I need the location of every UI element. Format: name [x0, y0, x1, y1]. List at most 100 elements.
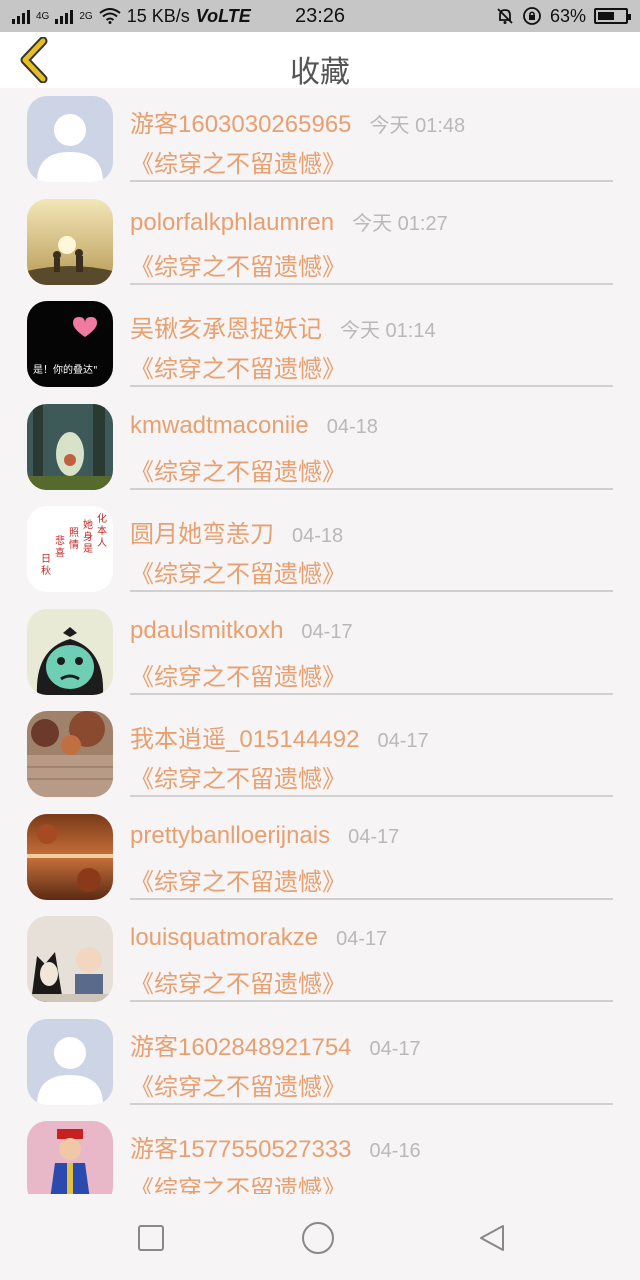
book-title[interactable]: 《综穿之不留遗憾》 — [130, 1067, 346, 1102]
favorite-time: 04-17 — [301, 620, 353, 643]
page-title: 收藏 — [290, 56, 350, 89]
user-name[interactable]: 游客1603030265965 — [130, 104, 352, 139]
divider — [130, 282, 613, 285]
avatar[interactable] — [27, 916, 113, 1002]
recent-apps-button[interactable] — [133, 1220, 169, 1256]
svg-text:喜: 喜 — [55, 546, 65, 559]
avatar[interactable] — [27, 96, 113, 182]
favorite-item[interactable]: louisquatmorakze 04-17 《综穿之不留遗憾》 — [0, 908, 640, 1010]
divider — [130, 590, 613, 592]
divider — [130, 795, 613, 797]
favorites-list[interactable]: 游客1603030265965 今天 01:48 《综穿之不留遗憾》 polorfal… — [0, 88, 640, 1194]
back-nav-button[interactable] — [474, 1220, 510, 1256]
avatar[interactable] — [27, 198, 113, 285]
avatar[interactable]: 化本人她身是照情悲喜日秋 — [27, 506, 113, 592]
svg-text:情: 情 — [69, 538, 79, 551]
divider — [130, 897, 613, 900]
book-title[interactable]: 《综穿之不留遗憾》 — [130, 862, 346, 897]
user-name[interactable]: 游客1602848921754 — [130, 1027, 352, 1062]
favorite-item[interactable]: polorfalkphlaumren 今天 01:27 《综穿之不留遗憾》 — [0, 191, 640, 293]
user-name[interactable]: 我本逍遥_015144492 — [130, 719, 359, 754]
user-name[interactable]: louisquatmorakze — [130, 924, 318, 952]
book-title[interactable]: 《综穿之不留遗憾》 — [130, 554, 346, 589]
battery-icon — [594, 8, 631, 24]
name-line: kmwadtmaconiie 04-18 — [130, 412, 378, 440]
home-button[interactable] — [300, 1220, 336, 1256]
favorite-item[interactable]: prettybanlloerijnais 04-17 《综穿之不留遗憾》 — [0, 806, 640, 908]
favorite-time: 04-17 — [369, 1037, 421, 1060]
svg-text:她: 她 — [83, 518, 93, 531]
svg-text:照: 照 — [69, 527, 79, 539]
divider — [130, 1102, 613, 1105]
favorite-time: 04-17 — [348, 825, 400, 848]
favorite-item[interactable]: 我本逍遥_015144492 04-17 《综穿之不留遗憾》 — [0, 703, 640, 805]
svg-text:身: 身 — [83, 530, 93, 543]
user-name[interactable]: 游客1577550527333 — [130, 1129, 352, 1164]
user-name[interactable]: prettybanlloerijnais — [130, 822, 330, 850]
svg-text:是: 是 — [83, 543, 93, 555]
book-title[interactable]: 《综穿之不留遗憾》 — [130, 657, 346, 692]
divider — [130, 180, 613, 182]
avatar[interactable] — [27, 1018, 113, 1105]
status-bar: 4G 2G 15 KB/s VoLTE 23:26 63% — [0, 0, 640, 32]
favorite-time: 04-17 — [336, 928, 388, 950]
name-line: prettybanlloerijnais 04-17 — [130, 822, 399, 850]
svg-text:化: 化 — [97, 512, 107, 525]
user-name[interactable]: kmwadtmaconiie — [130, 412, 309, 440]
avatar[interactable] — [27, 813, 113, 900]
user-name[interactable]: pdaulsmitkoxh — [130, 617, 283, 645]
name-line: pdaulsmitkoxh 04-17 — [130, 617, 353, 645]
name-line: 游客1602848921754 04-17 — [130, 1027, 421, 1062]
favorite-time: 今天 01:14 — [340, 320, 436, 342]
battery-level — [598, 12, 615, 20]
favorite-time: 04-17 — [377, 730, 429, 752]
avatar[interactable]: 是！你的叠达" — [27, 301, 113, 387]
user-name[interactable]: polorfalkphlaumren — [130, 209, 334, 237]
favorite-item[interactable]: 化本人她身是照情悲喜日秋圆月她弯恙刀 04-18 《综穿之不留遗憾》 — [0, 498, 640, 600]
name-line: 游客1603030265965 今天 01:48 — [130, 104, 465, 139]
favorite-item[interactable]: 游客1577550527333 04-16 《综穿之不留遗憾》 — [0, 1113, 640, 1194]
avatar[interactable] — [27, 711, 113, 797]
svg-text:日: 日 — [41, 554, 51, 565]
divider — [130, 1000, 613, 1002]
svg-text:本: 本 — [97, 524, 107, 537]
user-name[interactable]: 圆月她弯恙刀 — [130, 514, 274, 549]
book-title[interactable]: 《综穿之不留遗憾》 — [130, 452, 346, 487]
avatar[interactable] — [27, 608, 113, 695]
name-line: 吴锹亥承恩捉妖记 今天 01:14 — [130, 309, 436, 344]
avatar[interactable] — [27, 403, 113, 490]
book-title[interactable]: 《综穿之不留遗憾》 — [130, 247, 346, 282]
avatar[interactable] — [27, 1121, 113, 1194]
home-icon — [302, 1222, 334, 1254]
name-line: 我本逍遥_015144492 04-17 — [130, 719, 429, 754]
recent-apps-icon — [138, 1225, 164, 1251]
favorite-time: 今天 01:27 — [352, 212, 448, 235]
book-title[interactable]: 《综穿之不留遗憾》 — [130, 759, 346, 794]
navigation-bar — [0, 1194, 640, 1280]
svg-text:是！你的叠达": 是！你的叠达" — [33, 363, 98, 376]
book-title[interactable]: 《综穿之不留遗憾》 — [130, 349, 346, 384]
favorite-item[interactable]: pdaulsmitkoxh 04-17 《综穿之不留遗憾》 — [0, 601, 640, 703]
status-time: 23:26 — [294, 4, 346, 27]
divider — [130, 385, 613, 387]
svg-text:人: 人 — [97, 537, 107, 549]
book-title[interactable]: 《综穿之不留遗憾》 — [130, 144, 346, 179]
favorite-item[interactable]: 游客1602848921754 04-17 《综穿之不留遗憾》 — [0, 1011, 640, 1113]
name-line: polorfalkphlaumren 今天 01:27 — [130, 207, 448, 237]
name-line: 圆月她弯恙刀 04-18 — [130, 514, 343, 549]
favorite-time: 04-16 — [369, 1140, 421, 1162]
divider — [130, 487, 613, 490]
divider — [130, 692, 613, 695]
back-icon — [480, 1225, 504, 1251]
favorite-item[interactable]: kmwadtmaconiie 04-18 《综穿之不留遗憾》 — [0, 396, 640, 498]
favorite-time: 04-18 — [292, 525, 344, 547]
book-title[interactable]: 《综穿之不留遗憾》 — [130, 1169, 346, 1194]
book-title[interactable]: 《综穿之不留遗憾》 — [130, 964, 346, 999]
favorite-item[interactable]: 是！你的叠达" 吴锹亥承恩捉妖记 今天 01:14 《综穿之不留遗憾》 — [0, 293, 640, 395]
header: 收藏 — [0, 32, 640, 89]
user-name[interactable]: 吴锹亥承恩捉妖记 — [130, 309, 322, 344]
favorite-time: 今天 01:48 — [369, 115, 466, 137]
favorite-item[interactable]: 游客1603030265965 今天 01:48 《综穿之不留遗憾》 — [0, 88, 640, 190]
favorite-time: 04-18 — [326, 415, 378, 438]
name-line: louisquatmorakze 04-17 — [130, 924, 387, 952]
